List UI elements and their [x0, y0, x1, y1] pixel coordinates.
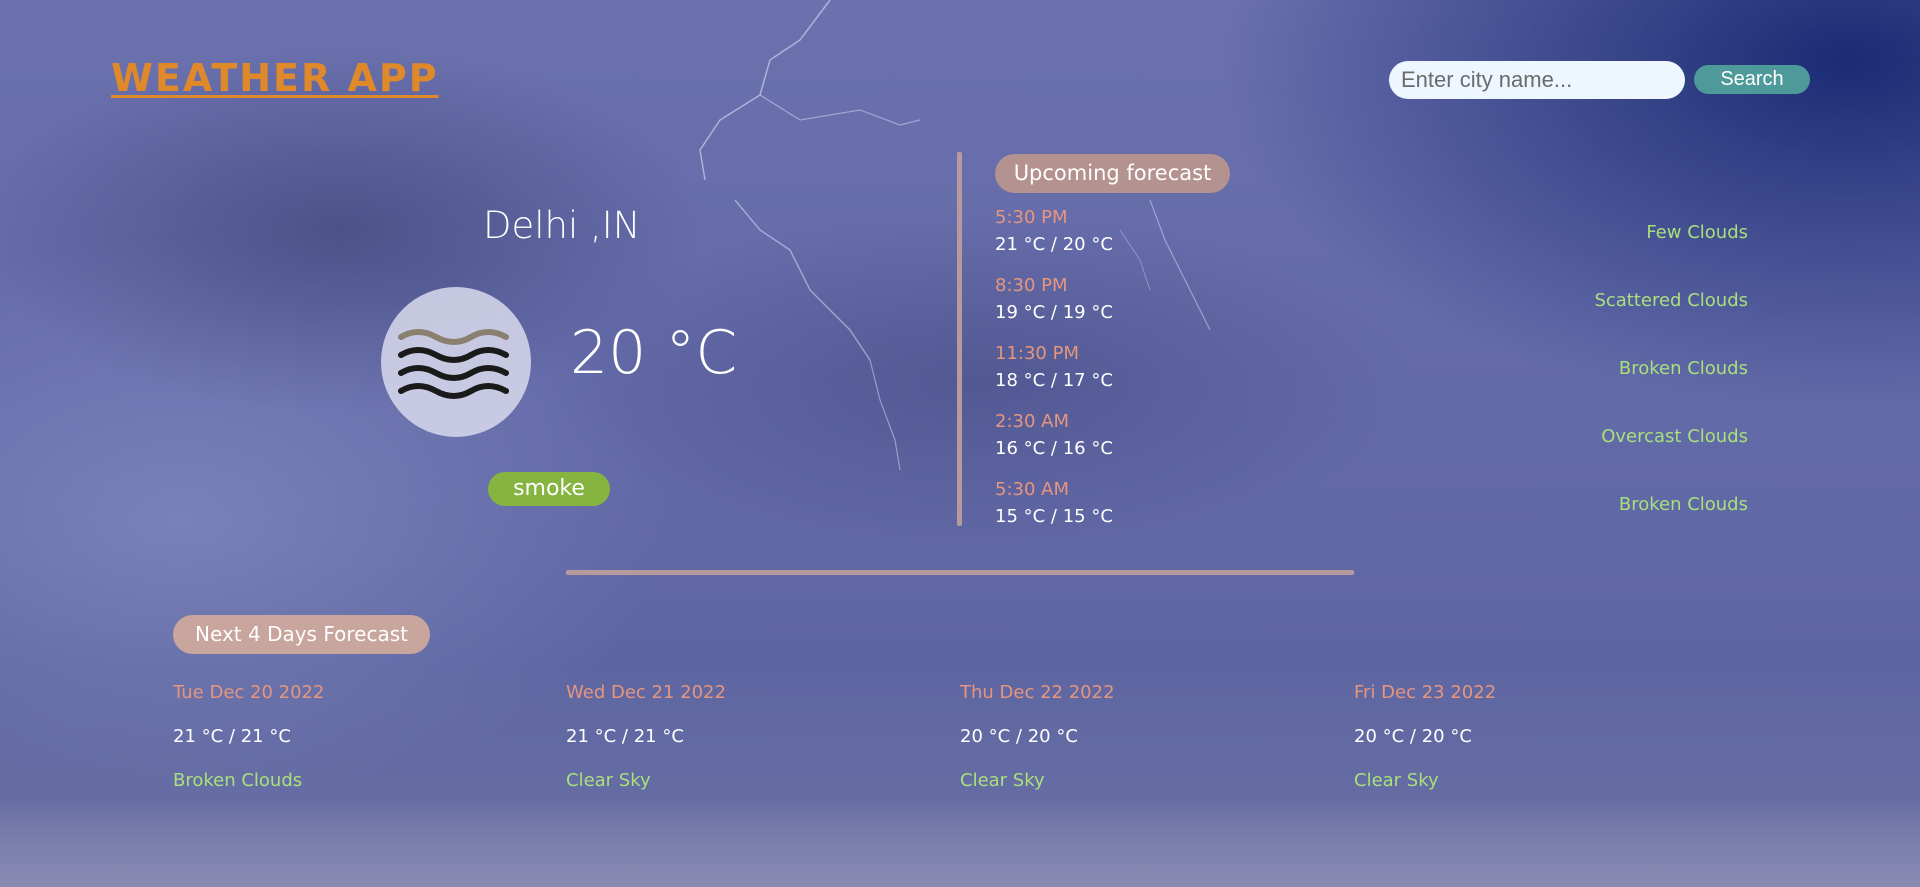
day-temp: 21 °C / 21 °C [566, 726, 684, 747]
day-desc: Clear Sky [960, 770, 1045, 791]
day-forecast-card: Tue Dec 20 2022 21 °C / 21 °C Broken Clo… [173, 682, 533, 792]
forecast-time: 5:30 PM [995, 207, 1068, 228]
forecast-row: 5:30 AM 15 °C / 15 °C Broken Clouds [995, 479, 1748, 535]
day-desc: Broken Clouds [173, 770, 303, 791]
forecast-desc: Overcast Clouds [1601, 426, 1748, 447]
app-logo[interactable]: WEATHER APP [111, 56, 439, 100]
forecast-temp: 19 °C / 19 °C [995, 302, 1113, 323]
search-button[interactable]: Search [1694, 65, 1810, 94]
city-search-input[interactable] [1389, 61, 1685, 99]
day-forecast-card: Wed Dec 21 2022 21 °C / 21 °C Clear Sky [566, 682, 926, 792]
upcoming-forecast-title: Upcoming forecast [995, 154, 1230, 193]
day-temp: 20 °C / 20 °C [1354, 726, 1472, 747]
day-date: Tue Dec 20 2022 [173, 682, 325, 703]
forecast-row: 5:30 PM 21 °C / 20 °C Few Clouds [995, 207, 1748, 263]
day-desc: Clear Sky [1354, 770, 1439, 791]
day-date: Fri Dec 23 2022 [1354, 682, 1497, 703]
day-date: Thu Dec 22 2022 [960, 682, 1115, 703]
day-forecast-card: Fri Dec 23 2022 20 °C / 20 °C Clear Sky [1354, 682, 1714, 792]
forecast-temp: 18 °C / 17 °C [995, 370, 1113, 391]
forecast-time: 2:30 AM [995, 411, 1069, 432]
day-temp: 21 °C / 21 °C [173, 726, 291, 747]
forecast-desc: Scattered Clouds [1594, 290, 1748, 311]
forecast-temp: 21 °C / 20 °C [995, 234, 1113, 255]
city-name: Delhi ,IN [483, 204, 641, 247]
weather-condition-badge: smoke [488, 472, 610, 506]
forecast-temp: 16 °C / 16 °C [995, 438, 1113, 459]
forecast-temp: 15 °C / 15 °C [995, 506, 1113, 527]
vertical-divider [957, 152, 962, 526]
weather-icon-container [381, 287, 531, 437]
forecast-row: 11:30 PM 18 °C / 17 °C Broken Clouds [995, 343, 1748, 399]
forecast-row: 2:30 AM 16 °C / 16 °C Overcast Clouds [995, 411, 1748, 467]
forecast-time: 8:30 PM [995, 275, 1068, 296]
mist-icon [398, 329, 509, 399]
day-forecast-card: Thu Dec 22 2022 20 °C / 20 °C Clear Sky [960, 682, 1320, 792]
day-desc: Clear Sky [566, 770, 651, 791]
current-temperature: 20 °C [570, 318, 738, 388]
forecast-time: 11:30 PM [995, 343, 1079, 364]
forecast-row: 8:30 PM 19 °C / 19 °C Scattered Clouds [995, 275, 1748, 331]
next-days-forecast-title: Next 4 Days Forecast [173, 615, 430, 654]
day-date: Wed Dec 21 2022 [566, 682, 726, 703]
forecast-desc: Broken Clouds [1618, 494, 1748, 515]
forecast-time: 5:30 AM [995, 479, 1069, 500]
background-beach [0, 797, 1920, 887]
horizontal-divider [566, 570, 1354, 575]
day-temp: 20 °C / 20 °C [960, 726, 1078, 747]
forecast-desc: Broken Clouds [1618, 358, 1748, 379]
forecast-desc: Few Clouds [1646, 222, 1748, 243]
